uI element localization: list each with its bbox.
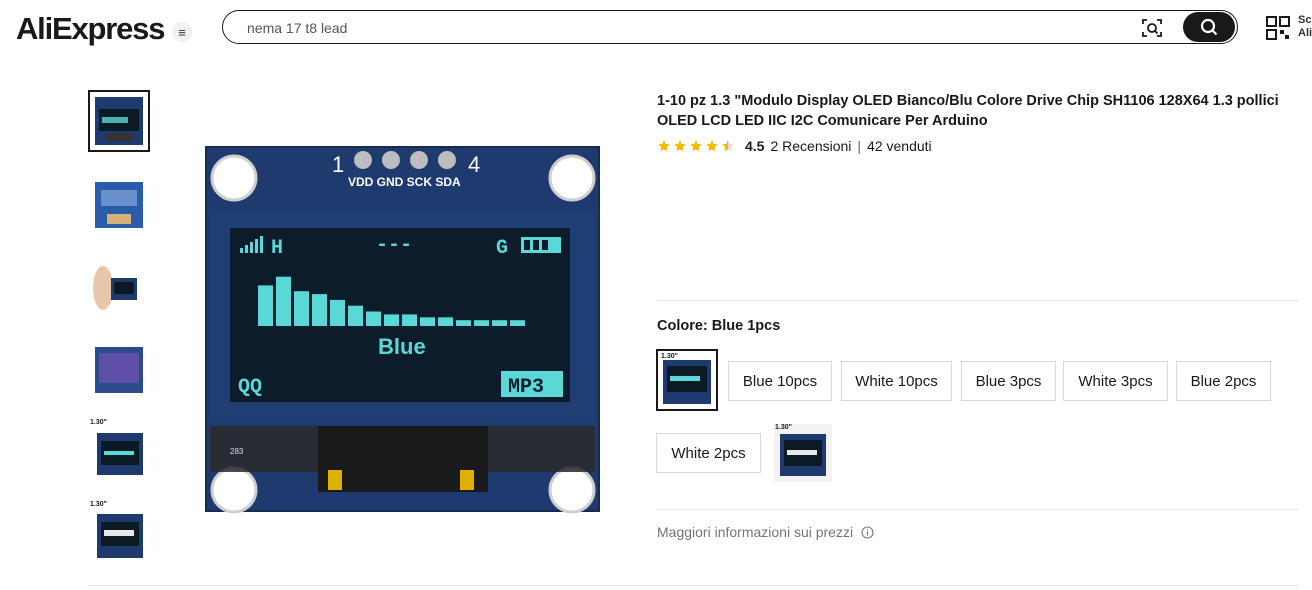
price-info-text: Maggiori informazioni sui prezzi	[657, 524, 854, 540]
option-size-label: 1.30"	[775, 424, 792, 431]
thumb-oled-lines-icon	[97, 433, 143, 475]
thumbnail-2[interactable]	[88, 173, 150, 235]
oled-mp3-text: MP3	[508, 376, 544, 399]
search-button[interactable]	[1183, 12, 1235, 42]
divider	[88, 585, 1299, 586]
equalizer-bar	[312, 294, 327, 326]
equalizer-bar	[420, 317, 435, 326]
oled-signal-letter: H	[271, 237, 283, 260]
thumbnail-4[interactable]	[88, 338, 150, 400]
star-icon	[722, 140, 734, 152]
star-icon	[690, 140, 702, 152]
option-blue-2pcs[interactable]: Blue 2pcs	[1176, 361, 1271, 401]
equalizer-bar	[276, 276, 291, 326]
equalizer-bar	[510, 320, 525, 326]
app-label-line2: Ali	[1298, 27, 1312, 39]
camera-search-icon[interactable]	[1141, 17, 1163, 39]
aliexpress-logo[interactable]: AliExpress	[16, 11, 165, 47]
thumb-board-back-icon	[95, 182, 143, 228]
rating-value: 4.5	[745, 138, 765, 154]
divider	[657, 509, 1299, 510]
equalizer-bar	[438, 317, 453, 326]
equalizer-bar	[366, 311, 381, 326]
option-size-label-selected: 1.30"	[661, 353, 678, 360]
thumb-oled-purple-icon	[95, 347, 143, 393]
thumb-oled-blue-icon	[95, 97, 143, 145]
thumb-size-label-5: 1.30"	[90, 419, 107, 426]
reviews-link[interactable]: 2 Recensioni	[770, 138, 851, 154]
option-blue-thumb-icon	[663, 360, 711, 404]
option-blue-3pcs[interactable]: Blue 3pcs	[961, 361, 1056, 401]
pin-number-1: 1	[332, 152, 344, 177]
option-white-1pcs[interactable]	[772, 422, 834, 484]
battery-icon	[521, 237, 561, 253]
star-icon	[706, 140, 718, 152]
equalizer-bar	[492, 320, 507, 326]
option-white-3pcs[interactable]: White 3pcs	[1063, 361, 1168, 401]
pin-number-4: 4	[468, 152, 480, 177]
equalizer-bar	[456, 320, 471, 326]
color-label: Colore: Blue 1pcs	[657, 318, 781, 334]
thumbnail-3[interactable]	[88, 255, 150, 317]
app-label-line1: Sc	[1298, 14, 1312, 26]
app-download-label[interactable]: Sc Ali	[1298, 14, 1312, 40]
star-icon	[674, 140, 686, 152]
oled-dashes: ---	[376, 234, 412, 257]
pin-labels: VDD GND SCK SDA	[348, 175, 461, 189]
star-icon	[658, 140, 670, 152]
equalizer-bar	[330, 299, 345, 326]
equalizer-bar	[402, 314, 417, 326]
thumb-size-label-6: 1.30"	[90, 501, 107, 508]
option-white-thumb-icon	[774, 424, 832, 482]
menu-icon[interactable]: ≡	[172, 22, 192, 42]
option-white-2pcs[interactable]: White 2pcs	[656, 433, 761, 473]
equalizer-bar	[348, 305, 363, 326]
rating-stars	[657, 139, 735, 153]
product-title: 1-10 pz 1.3 "Modulo Display OLED Bianco/…	[657, 93, 1279, 129]
oled-blue-text: Blue	[378, 334, 426, 359]
equalizer-bar	[384, 314, 399, 326]
search-icon	[1200, 18, 1218, 36]
equalizer-bar	[294, 291, 309, 326]
thumb-oled-white-icon	[97, 514, 143, 558]
rating-row: 4.5 2 Recensioni | 42 venduti	[657, 138, 932, 154]
search-input[interactable]	[245, 17, 1109, 39]
option-white-10pcs[interactable]: White 10pcs	[841, 361, 952, 401]
equalizer-bar	[258, 285, 273, 326]
sold-count: 42 venduti	[867, 138, 932, 154]
search-bar	[222, 10, 1238, 44]
equalizer-bar	[474, 320, 489, 326]
option-blue-10pcs[interactable]: Blue 10pcs	[728, 361, 832, 401]
thumb-hand-icon	[93, 266, 137, 310]
oled-qq-text: QQ	[238, 376, 262, 399]
main-product-image[interactable]: 1 4 VDD GND SCK SDA H --- G Blue QQ MP3 …	[178, 90, 628, 540]
oled-g-letter: G	[496, 237, 508, 260]
divider	[657, 300, 1299, 301]
thumbnail-6[interactable]	[88, 503, 150, 565]
rating-separator: |	[857, 138, 862, 154]
board-number: 283	[230, 447, 244, 456]
thumbnail-5[interactable]	[88, 420, 150, 482]
qr-code-icon[interactable]	[1266, 16, 1290, 40]
info-icon	[861, 525, 874, 539]
price-info-link[interactable]: Maggiori informazioni sui prezzi	[657, 524, 874, 540]
thumbnail-1[interactable]	[88, 90, 150, 152]
